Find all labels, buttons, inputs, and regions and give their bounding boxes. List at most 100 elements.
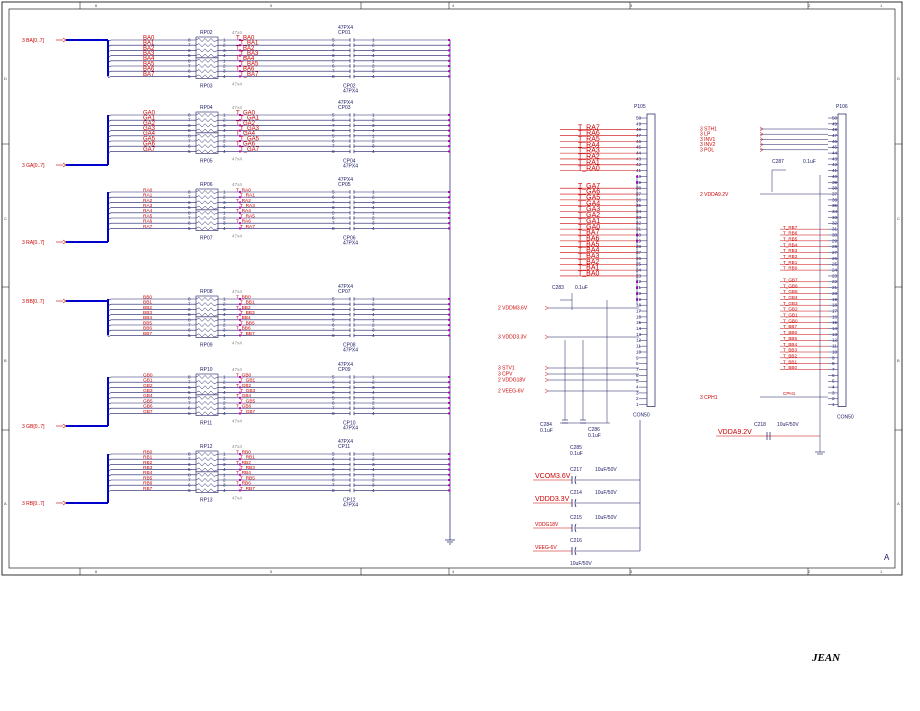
p106-gb-signal: T_GB1 [783, 313, 798, 318]
cp-value: 47PX4 [343, 164, 358, 170]
power-arrow [544, 377, 549, 383]
pin-number: 33 [832, 215, 838, 220]
junction-dot [239, 376, 241, 378]
t-signal-label: T_BB0 [236, 294, 251, 300]
power-arrow [544, 371, 549, 377]
pin-number: 24 [832, 268, 838, 273]
rp-value: 47x4 [232, 182, 242, 187]
p106-rb-signal: T_RB2 [783, 254, 798, 259]
resistor-element [195, 221, 219, 226]
pin-number: 32 [832, 221, 838, 226]
pin-number: 50 [832, 115, 838, 120]
bus-signal-label: BB2 [143, 305, 152, 311]
connector-ref: P105 [634, 104, 646, 110]
resistor-element [195, 467, 219, 472]
p106-rb-signal: T_RB3 [783, 248, 798, 253]
border-col-label: 6 [95, 3, 98, 8]
power-net-label: 2 VDDM3.6V [498, 306, 528, 312]
cp-value: 47PX4 [343, 503, 358, 509]
t-signal-label: T_RB0 [236, 449, 251, 455]
junction-dot [239, 308, 241, 311]
pin-number: 10 [636, 349, 642, 354]
cap-ref: C217 [570, 467, 582, 473]
resistor-element [195, 144, 219, 149]
author-signature: JEAN [812, 652, 841, 664]
resistor-element [195, 307, 219, 312]
bus-signal-label: GB4 [143, 393, 153, 399]
resistor-element [195, 302, 219, 307]
pin-number: 12 [636, 338, 642, 343]
rp-ref: RP04 [200, 105, 213, 111]
p106-rb-signal: T_RB5 [783, 236, 798, 241]
junction-dot [239, 114, 241, 116]
junction-dot [239, 119, 241, 122]
junction-dot [239, 206, 241, 209]
junction-dot [239, 489, 241, 492]
junction-dot [239, 473, 241, 476]
pin-number: 16 [832, 314, 838, 319]
bulk-net-label: VCOM3.6V [535, 473, 571, 480]
vdda-net-label: 2 VDDA9.2V [700, 192, 729, 198]
p106-bb-signal: T_BB0 [783, 365, 797, 370]
bus-arrow [62, 423, 67, 429]
t-signal-label: T_RB1 [240, 455, 255, 461]
junction-dot [239, 391, 241, 394]
connector-part: CON50 [837, 415, 854, 421]
resistor-element [195, 64, 219, 68]
cp-value: 47PX4 [343, 241, 358, 247]
p106-gb-signal: T_GB0 [783, 318, 798, 323]
resistor-element [195, 118, 219, 123]
bus-arrow [62, 239, 67, 245]
pin-number: 13 [832, 332, 838, 337]
bus-signal-label: RA7 [143, 224, 153, 230]
junction-dot [239, 484, 241, 487]
pin-number: 1 [832, 402, 835, 407]
p106-bb-signal: T_BB4 [783, 342, 797, 347]
pin-number: 12 [832, 338, 838, 343]
border-row-label: D [897, 76, 900, 81]
bus-signal-label: BB1 [143, 300, 152, 306]
outer-frame [1, 1, 903, 576]
rp-ref: RP11 [200, 421, 212, 427]
pin-number: 4 [636, 385, 639, 390]
bus-label: 3 RA[0..7] [22, 240, 45, 246]
t-signal-label: T_RA6 [236, 219, 251, 225]
pin-number: 39 [832, 180, 838, 185]
bus-signal-label: GA7 [143, 147, 156, 153]
border-col-label: 3 [630, 569, 633, 574]
resistor-element [195, 43, 219, 48]
connector-part: CON50 [633, 413, 650, 419]
junction-dot [239, 211, 241, 214]
p106-gb-signal: T_GB6 [783, 283, 798, 288]
t-signal-label: T_RB3 [240, 465, 255, 471]
border-col-label: 5 [270, 3, 273, 8]
pin-number: 15 [636, 320, 642, 325]
cap-ref: C283 [552, 285, 564, 291]
rp-value: 47x4 [232, 30, 242, 35]
bus-signal-label: RB0 [143, 449, 153, 455]
inner-frame [8, 8, 896, 569]
pin-number: 8 [832, 361, 835, 366]
rp-ref: RP06 [200, 182, 213, 188]
cap-plate [574, 546, 577, 556]
cap-plate [574, 498, 577, 508]
resistor-element [195, 200, 219, 205]
resistor-element [195, 58, 219, 63]
bus-signal-label: RA2 [143, 198, 153, 204]
resistor-element [195, 74, 219, 79]
cap-plate [574, 523, 577, 533]
pin-number: 5 [832, 379, 835, 384]
junction-dot [239, 402, 241, 404]
resistor-element [195, 380, 219, 385]
junction-dot [239, 59, 241, 62]
junction-dot [239, 49, 241, 52]
t-signal-label: T_RB5 [240, 475, 255, 481]
junction-dot [239, 227, 241, 230]
t-signal-label: T_GA7 [240, 147, 260, 153]
pin-number: 18 [832, 303, 838, 308]
p106-rb-signal: T_RB0 [783, 266, 798, 271]
resistor-element [195, 323, 219, 327]
pin-number: 29 [832, 238, 838, 243]
bus-signal-label: BB7 [143, 331, 152, 337]
pin-number: 17 [832, 308, 838, 313]
